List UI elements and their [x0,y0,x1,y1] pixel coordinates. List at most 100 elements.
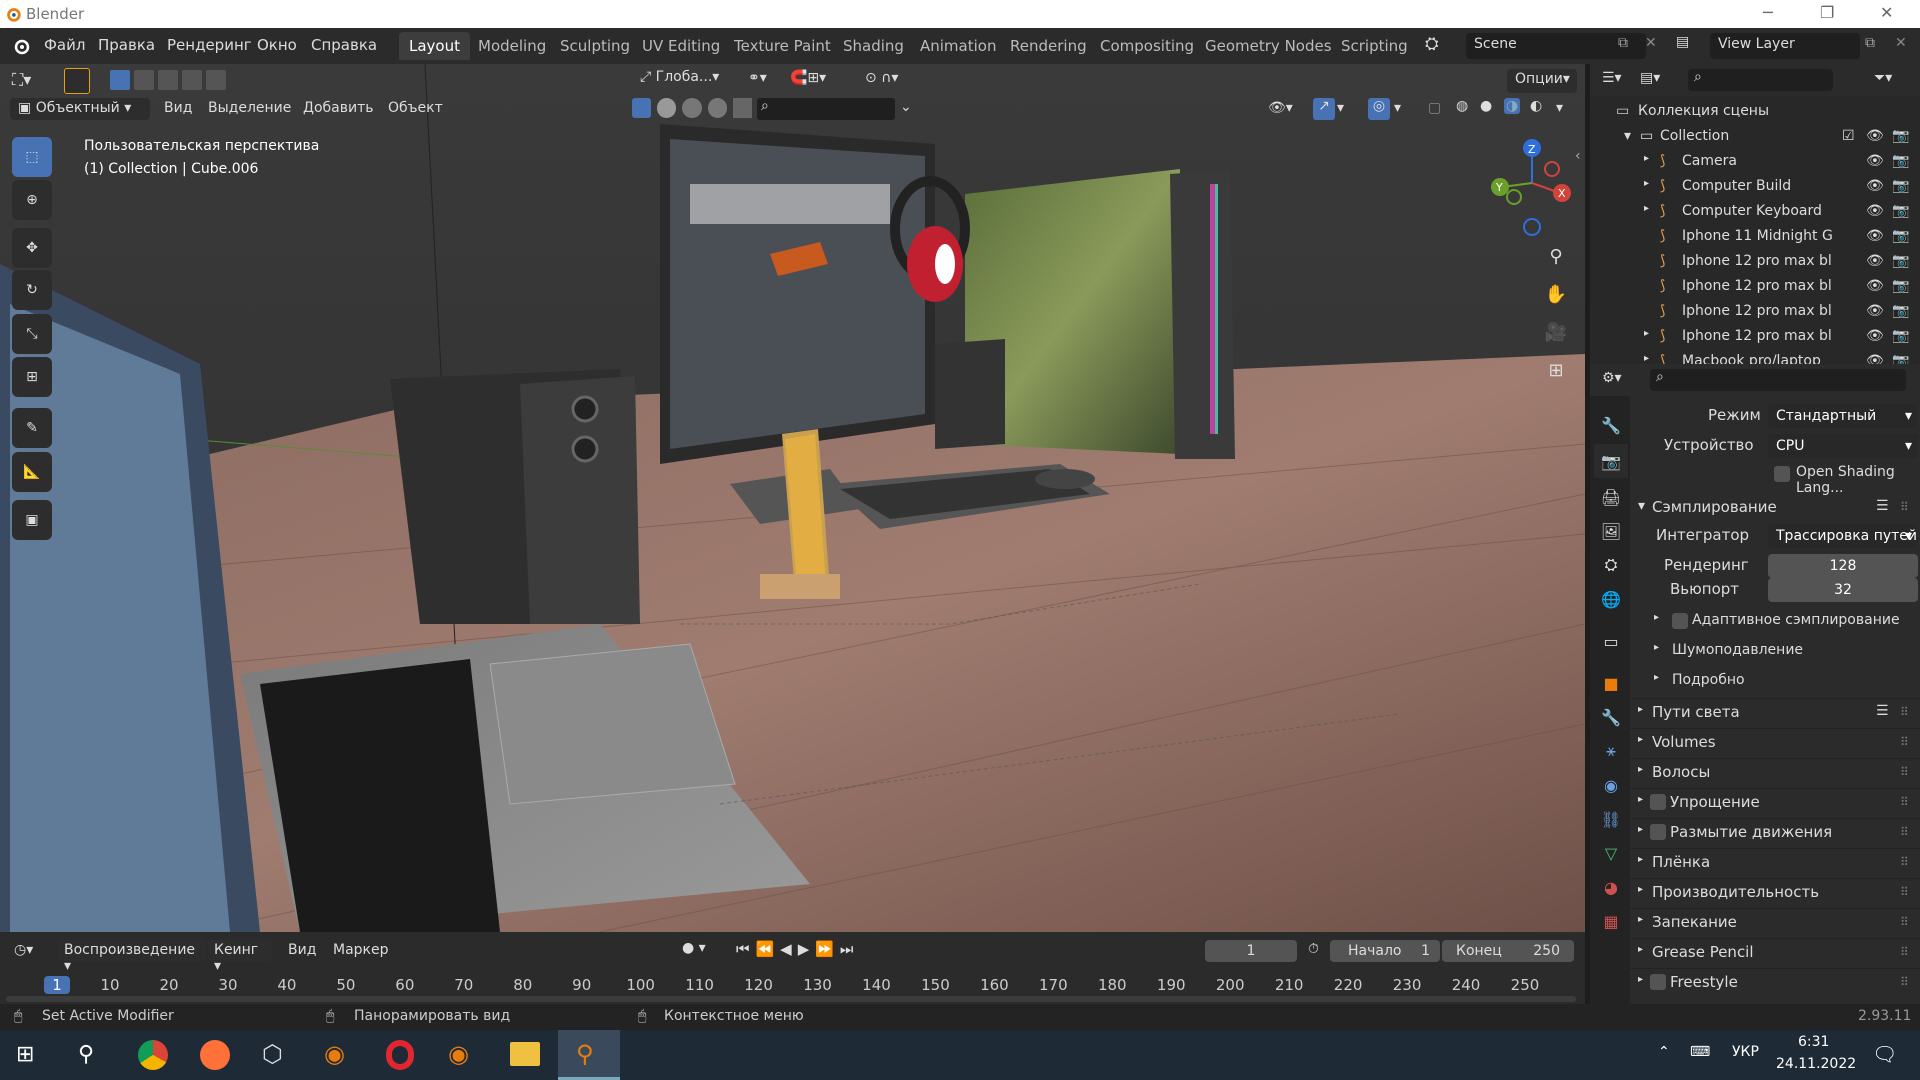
render-camera-icon[interactable]: 📷 [1892,328,1909,344]
search-icon[interactable]: ⚲ [78,1042,94,1067]
blender-alt-taskbar-icon[interactable]: ◉ [448,1040,469,1068]
chrome-icon[interactable] [138,1040,168,1070]
transform-orientation-dropdown[interactable]: ⤢ Глоба...▾ [640,69,736,93]
render-icon[interactable] [732,98,753,118]
tab-rendering[interactable]: Rendering [1000,32,1097,60]
visibility-eye-icon[interactable]: 👁 [1866,328,1884,344]
properties-panel-header[interactable]: ▸ Пути света ☰ ⠿ [1630,698,1920,724]
new-view-layer-icon[interactable]: ⧉ [1865,35,1875,51]
preset-list-icon[interactable]: ☰ [1876,498,1889,514]
outliner-item-row[interactable]: ⟆ Iphone 11 Midnight Gr 👁 📷 [1590,225,1920,250]
viewport-samples-field[interactable]: 32 [1768,578,1918,602]
snap-icon[interactable]: 🧲⊞▾ [790,70,826,86]
tab-shading[interactable]: Shading [833,32,914,60]
select-subtract-icon[interactable] [158,70,178,90]
outliner-item-row[interactable]: ▸ ⟆ Camera 👁 📷 [1590,150,1920,175]
blender-taskbar-icon[interactable]: ◉ [324,1040,345,1068]
modifier-tab-icon[interactable]: 🔧 [1594,700,1628,734]
render-camera-icon[interactable]: 📷 [1892,203,1909,219]
material-tab-icon[interactable]: ◕ [1594,870,1628,904]
drag-handle-icon[interactable]: ⠿ [1900,765,1909,779]
osl-checkbox[interactable] [1774,466,1790,482]
visibility-eye-icon[interactable]: 👁 [1866,128,1884,144]
adaptive-subpanel[interactable]: ▸ Адаптивное сэмплирование [1630,608,1920,634]
visibility-eye-icon[interactable]: 👁 [1866,178,1884,194]
drag-handle-icon[interactable]: ⠿ [1900,705,1909,719]
delete-scene-icon[interactable]: ✕ [1645,35,1657,51]
render-camera-icon[interactable]: 📷 [1892,253,1909,269]
drag-handle-icon[interactable]: ⠿ [1900,500,1909,514]
drag-handle-icon[interactable]: ⠿ [1900,855,1909,869]
tab-modeling[interactable]: Modeling [468,32,556,60]
select-extend-icon[interactable] [134,70,154,90]
maximize-icon[interactable]: ❐ [1820,3,1834,22]
overlays-icon[interactable]: ◎ [1368,98,1390,120]
navigation-gizmo[interactable]: Z X Y [1480,135,1580,245]
render-camera-icon[interactable]: 📷 [1892,303,1909,319]
options-dropdown[interactable]: Опции▾ [1507,69,1577,93]
tab-sculpting[interactable]: Sculpting [550,32,640,60]
camera-view-icon[interactable]: 🎥 [1540,316,1572,348]
drag-handle-icon[interactable]: ⠿ [1900,795,1909,809]
render-tab-icon[interactable]: 📷 [1594,444,1628,478]
overlays-dropdown-icon[interactable]: ▾ [1394,100,1401,116]
close-icon[interactable]: ✕ [1880,3,1893,22]
world-icon[interactable] [707,98,727,118]
annotate-tool[interactable]: ✎ [12,408,52,448]
expand-arrow-icon[interactable]: ▸ [1644,353,1649,364]
opera-icon[interactable] [386,1040,414,1070]
integrator-dropdown[interactable]: Трассировка путей ▾ [1768,524,1918,548]
physics-tab-icon[interactable]: ◉ [1594,768,1628,802]
expand-arrow-icon[interactable]: ▸ [1644,203,1649,214]
blender-menu-icon[interactable] [10,36,32,56]
rendered-shading-icon[interactable]: ◐ [1530,98,1542,114]
windows-start-icon[interactable]: ⊞ [16,1042,34,1067]
view-layer-field[interactable]: View Layer [1710,33,1860,59]
clock-time[interactable]: 6:31 [1798,1034,1829,1050]
world-tab-icon[interactable]: 🌐 [1594,582,1628,616]
particles-tab-icon[interactable]: ⚹ [1594,734,1628,768]
tab-uv-editing[interactable]: UV Editing [632,32,730,60]
selection-mode-group[interactable] [110,70,228,92]
unity-icon[interactable]: ⬡ [262,1040,283,1068]
expand-arrow-icon[interactable]: ▸ [1644,328,1649,339]
sidebar-toggle-icon[interactable]: ‹ [1575,148,1581,164]
menu-file[interactable]: Файл [44,36,85,54]
active-app-button[interactable]: ⚲ [558,1030,620,1080]
collection-checkbox-icon[interactable]: ☑ [1842,128,1855,144]
language-indicator[interactable]: УКР [1732,1044,1759,1060]
properties-panel-header[interactable]: ▸ Запекание ⠿ [1630,908,1920,934]
properties-panel-header[interactable]: ▸ Производительность ⠿ [1630,878,1920,904]
xray-icon[interactable]: ▢ [1428,100,1441,116]
visibility-eye-icon[interactable]: 👁 [1866,253,1884,269]
scene-icon[interactable]: ⛭ [1425,34,1439,54]
scale-tool[interactable]: ⤡ [12,314,52,354]
panel-checkbox[interactable] [1650,824,1666,840]
rotate-tool[interactable]: ↻ [12,270,52,310]
solid-shading-icon[interactable]: ● [1480,98,1492,114]
data-tab-icon[interactable]: ▽ [1594,836,1628,870]
transform-tool[interactable]: ⊞ [12,357,52,397]
solid-object-icon[interactable] [632,98,652,118]
collection-tab-icon[interactable]: ▭ [1594,624,1628,658]
keyboard-icon[interactable]: ⌨ [1690,1044,1710,1060]
drag-handle-icon[interactable]: ⠿ [1900,735,1909,749]
preset-list-icon[interactable]: ☰ [1876,703,1889,719]
texture-tab-icon[interactable]: ▦ [1594,904,1628,938]
tab-texture-paint[interactable]: Texture Paint [724,32,841,60]
properties-panel-header[interactable]: ▸ Размытие движения ⠿ [1630,818,1920,844]
outliner-collection-row[interactable]: ▾ ▭ Collection ☑ 👁 📷 [1590,125,1920,150]
add-cube-tool[interactable]: ▣ [12,500,52,540]
file-explorer-icon[interactable] [510,1042,540,1066]
visibility-eye-icon[interactable]: 👁 [1866,278,1884,294]
viewport-search-input[interactable]: ⌕ [757,98,895,120]
collapse-icon[interactable]: ⌄ [900,99,912,115]
device-dropdown[interactable]: CPU ▾ [1768,434,1918,458]
panel-checkbox[interactable] [1650,974,1666,990]
zoom-icon[interactable]: ⚲ [1540,240,1572,272]
menu-edit[interactable]: Правка [98,36,155,54]
drag-handle-icon[interactable]: ⠿ [1900,825,1909,839]
properties-search-input[interactable]: ⌕ [1650,369,1906,391]
view-layer-tab-icon[interactable]: 🖼 [1594,514,1628,548]
drag-handle-icon[interactable]: ⠿ [1900,945,1909,959]
